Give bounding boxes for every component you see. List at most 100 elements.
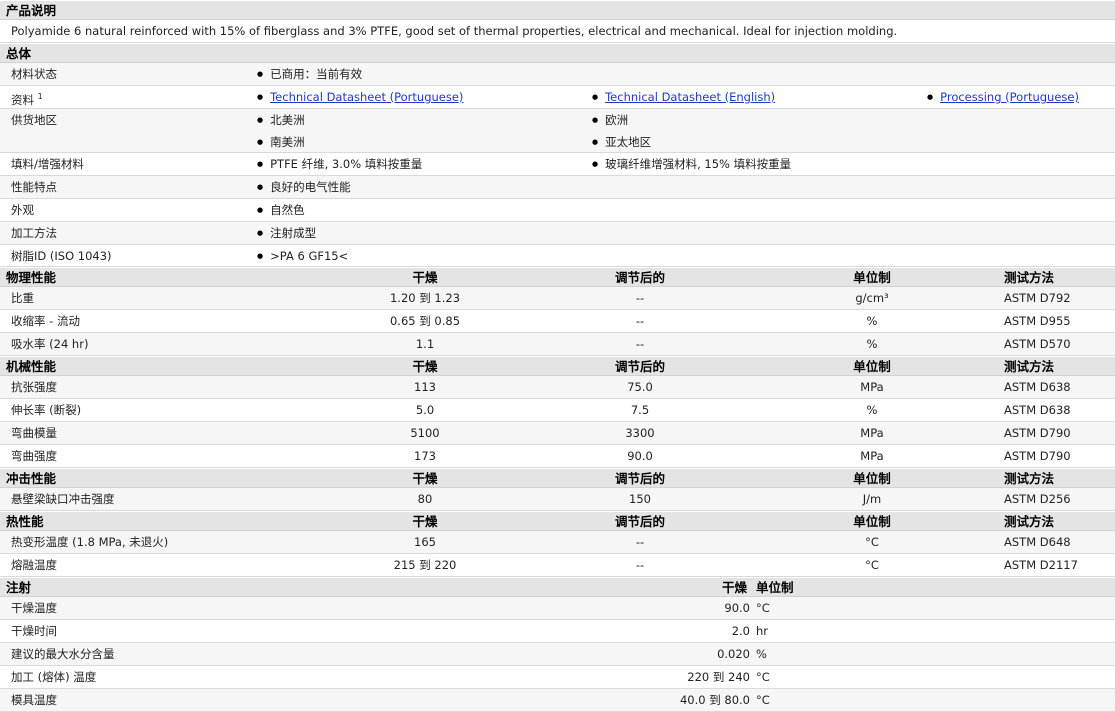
property-value-dry: 0.65 到 0.85 — [389, 314, 461, 328]
section-header-general: 总体 — [0, 43, 1115, 63]
property-value-dry: 113 — [414, 380, 436, 394]
doc-link-item: Technical Datasheet (English) — [592, 86, 775, 108]
column-header-dry: 干燥 — [722, 580, 748, 595]
property-unit: °C — [756, 601, 770, 615]
property-row: 热变形温度 (1.8 MPa, 未退火) 165 -- °C ASTM D648 — [0, 531, 1115, 554]
row-value: 自然色 — [257, 199, 305, 221]
filler-item: PTFE 纤维, 3.0% 填料按重量 — [257, 153, 422, 175]
property-unit: % — [866, 337, 878, 351]
doc-link-item: Technical Datasheet (Portuguese) — [257, 86, 463, 108]
property-test-method: ASTM D570 — [1004, 337, 1071, 351]
property-name: 收缩率 - 流动 — [11, 314, 80, 328]
region-item: 亚太地区 — [592, 131, 651, 153]
doc-link-datasheet-portuguese[interactable]: Technical Datasheet (Portuguese) — [270, 90, 463, 104]
section-title: 注射 — [6, 580, 32, 595]
footnote-marker: 1 — [37, 92, 43, 101]
column-header-test-method: 测试方法 — [1004, 471, 1055, 486]
description-row: Polyamide 6 natural reinforced with 15% … — [0, 20, 1115, 43]
general-row-availability: 供货地区 北美洲 欧洲 南美洲 亚太地区 — [0, 109, 1115, 153]
property-name: 加工 (熔体) 温度 — [11, 670, 97, 684]
property-name: 干燥温度 — [11, 601, 57, 615]
property-unit: °C — [865, 558, 879, 572]
row-label: 资料 1 — [11, 86, 43, 111]
column-header-dry: 干燥 — [412, 514, 438, 529]
injection-row: 干燥温度 90.0 °C — [0, 597, 1115, 620]
column-header-conditioned: 调节后的 — [614, 514, 665, 529]
property-value-conditioned: 3300 — [625, 426, 655, 440]
section-title: 机械性能 — [6, 359, 57, 374]
property-name: 悬壁梁缺口冲击强度 — [11, 492, 115, 506]
property-unit: °C — [756, 670, 770, 684]
doc-link-item: Processing (Portuguese) — [927, 86, 1079, 108]
property-unit: % — [866, 314, 878, 328]
property-name: 模具温度 — [11, 693, 57, 707]
property-test-method: ASTM D790 — [1004, 426, 1071, 440]
property-name: 吸水率 (24 hr) — [11, 337, 89, 351]
general-row-features: 性能特点 良好的电气性能 — [0, 176, 1115, 199]
property-name: 抗张强度 — [11, 380, 57, 394]
property-name: 比重 — [11, 291, 34, 305]
section-header-injection: 注射 干燥 单位制 — [0, 577, 1115, 597]
row-label: 性能特点 — [11, 180, 57, 194]
section-title: 物理性能 — [6, 270, 57, 285]
property-name: 熔融温度 — [11, 558, 57, 572]
property-value-conditioned: 7.5 — [630, 403, 650, 417]
property-row: 悬壁梁缺口冲击强度 80 150 J/m ASTM D256 — [0, 488, 1115, 511]
general-row-docs: 资料 1 Technical Datasheet (Portuguese) Te… — [0, 86, 1115, 109]
column-header-dry: 干燥 — [412, 471, 438, 486]
property-row: 收缩率 - 流动 0.65 到 0.85 --% ASTM D955 — [0, 310, 1115, 333]
property-value-dry: 173 — [414, 449, 436, 463]
property-row: 伸长率 (断裂) 5.0 7.5% ASTM D638 — [0, 399, 1115, 422]
row-label: 加工方法 — [11, 226, 57, 240]
section-header-impact: 冲击性能 干燥 调节后的 单位制 测试方法 — [0, 468, 1115, 488]
column-header-test-method: 测试方法 — [1004, 514, 1055, 529]
row-value: 已商用：当前有效 — [257, 63, 362, 85]
property-value-dry: 90.0 — [724, 601, 750, 615]
section-header-physical: 物理性能 干燥 调节后的 单位制 测试方法 — [0, 267, 1115, 287]
row-label: 材料状态 — [11, 67, 57, 81]
section-header-thermal: 热性能 干燥 调节后的 单位制 测试方法 — [0, 511, 1115, 531]
property-sections: 物理性能 干燥 调节后的 单位制 测试方法 比重 1.20 到 1.23 -- g/cm³ AST… — [0, 267, 1115, 577]
column-header-dry: 干燥 — [412, 270, 438, 285]
property-unit: hr — [756, 624, 769, 638]
region-item: 南美洲 — [257, 131, 305, 153]
row-label: 填料/增强材料 — [11, 157, 84, 171]
property-value-conditioned: -- — [635, 535, 645, 549]
property-value-dry: 1.20 到 1.23 — [389, 291, 461, 305]
property-test-method: ASTM D2117 — [1004, 558, 1078, 572]
property-unit: % — [866, 403, 878, 417]
row-label: 外观 — [11, 203, 34, 217]
general-row-filler: 填料/增强材料 PTFE 纤维, 3.0% 填料按重量 玻璃纤维增强材料, 15… — [0, 153, 1115, 176]
property-value-dry: 1.1 — [415, 337, 435, 351]
property-name: 干燥时间 — [11, 624, 57, 638]
section-header-description: 产品说明 — [0, 0, 1115, 20]
injection-row: 加工 (熔体) 温度 220 到 240 °C — [0, 666, 1115, 689]
property-value-conditioned: 150 — [629, 492, 651, 506]
column-header-conditioned: 调节后的 — [614, 359, 665, 374]
property-value-conditioned: 90.0 — [627, 449, 653, 463]
property-row: 弯曲强度 173 90.0 MPa ASTM D790 — [0, 445, 1115, 468]
property-unit: J/m — [862, 492, 882, 506]
property-unit: g/cm³ — [855, 291, 889, 305]
property-name: 建议的最大水分含量 — [11, 647, 115, 661]
property-unit: % — [756, 647, 767, 661]
column-header-unit: 单位制 — [756, 580, 794, 595]
property-value-conditioned: 75.0 — [627, 380, 653, 394]
property-row: 比重 1.20 到 1.23 -- g/cm³ ASTM D792 — [0, 287, 1115, 310]
property-name: 弯曲模量 — [11, 426, 57, 440]
property-unit: °C — [756, 693, 770, 707]
region-item: 欧洲 — [592, 109, 628, 131]
injection-row: 建议的最大水分含量 0.020% — [0, 643, 1115, 666]
property-row: 熔融温度 215 到 220 -- °C ASTM D2117 — [0, 554, 1115, 577]
column-header-unit: 单位制 — [853, 514, 891, 529]
column-header-conditioned: 调节后的 — [614, 270, 665, 285]
doc-link-datasheet-english[interactable]: Technical Datasheet (English) — [605, 90, 775, 104]
doc-link-processing-portuguese[interactable]: Processing (Portuguese) — [940, 90, 1079, 104]
injection-row: 模具温度 40.0 到 80.0 °C — [0, 689, 1115, 712]
property-value-dry: 40.0 到 80.0 — [679, 693, 750, 707]
injection-row: 干燥时间 2.0 hr — [0, 620, 1115, 643]
section-title: 热性能 — [6, 514, 44, 529]
general-row-status: 材料状态 已商用：当前有效 — [0, 63, 1115, 86]
property-test-method: ASTM D638 — [1004, 403, 1071, 417]
property-test-method: ASTM D648 — [1004, 535, 1071, 549]
